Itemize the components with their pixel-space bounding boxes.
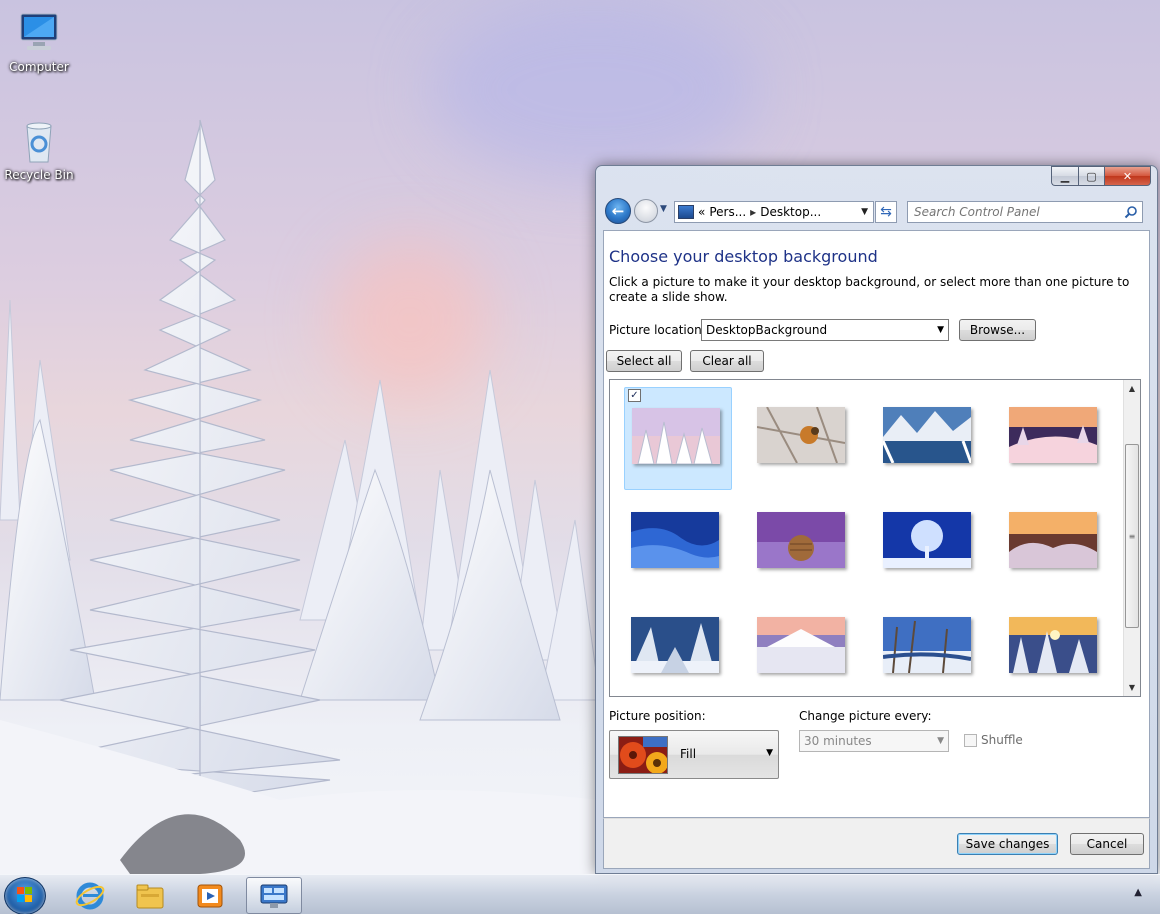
wallpaper-thumbnail-misty-mountain-snowfield[interactable]	[750, 597, 858, 696]
caption-buttons: ▁ ▢ ✕	[1051, 166, 1151, 186]
wallpaper-image	[757, 617, 845, 673]
picture-position-dropdown[interactable]: Fill ▼	[609, 730, 779, 779]
change-picture-value: 30 minutes	[804, 734, 872, 748]
wallpaper-thumbnail-snowy-hill-sunset[interactable]	[1002, 387, 1110, 490]
personalization-window: ▁ ▢ ✕ ← ▼ « Pers... ▸ Desktop... ▼ ⇆ Cho…	[595, 165, 1158, 874]
recent-pages-chevron-icon[interactable]: ▼	[660, 204, 667, 214]
shuffle-label: Shuffle	[981, 733, 1023, 747]
windows-explorer-icon	[136, 884, 164, 908]
wallpaper-image	[1009, 617, 1097, 673]
wallpaper-thumbnail-blue-snow-dunes[interactable]	[624, 492, 732, 595]
minimize-icon[interactable]: ▁	[1051, 166, 1078, 186]
wallpaper-image	[1009, 512, 1097, 568]
refresh-icon[interactable]: ⇆	[875, 201, 897, 223]
change-picture-label: Change picture every:	[799, 709, 932, 723]
wallpaper-thumbnail-icy-shore-sunset[interactable]	[1002, 492, 1110, 595]
windows-logo-icon	[17, 887, 32, 902]
wallpaper-image	[757, 407, 845, 463]
content-pane: Choose your desktop background Click a p…	[603, 230, 1150, 818]
control-panel-taskbar-button[interactable]	[246, 877, 302, 914]
scroll-up-icon[interactable]: ▲	[1124, 380, 1140, 397]
desktop-icon-computer[interactable]: Computer	[1, 10, 77, 74]
breadcrumb-personalization[interactable]: Pers...	[709, 205, 746, 219]
page-title: Choose your desktop background	[609, 247, 878, 266]
picture-position-value: Fill	[680, 747, 697, 761]
wallpaper-image	[631, 512, 719, 568]
wallpaper-image	[631, 617, 719, 673]
wallpaper-image	[883, 512, 971, 568]
media-player-icon	[197, 884, 223, 907]
cancel-button[interactable]: Cancel	[1070, 833, 1144, 855]
desktop-icon-label: Recycle Bin	[4, 168, 74, 182]
search-input[interactable]	[914, 205, 1114, 219]
wallpaper-thumbnail-snowy-trees-pink-sky[interactable]: ✓	[624, 387, 732, 490]
search-icon[interactable]	[1124, 205, 1138, 219]
checkbox-icon	[964, 733, 977, 747]
windows-explorer-button[interactable]	[122, 877, 178, 914]
media-player-button[interactable]	[182, 877, 238, 914]
search-box[interactable]	[907, 201, 1143, 223]
picture-location-dropdown[interactable]: DesktopBackground ▼	[701, 319, 949, 341]
start-button[interactable]	[4, 877, 46, 914]
computer-icon	[15, 10, 63, 58]
control-panel-icon	[678, 205, 694, 219]
gallery-scrollbar[interactable]: ▲ ≡ ▼	[1123, 380, 1140, 696]
chevron-down-icon: ▼	[937, 736, 944, 746]
wallpaper-image	[1009, 407, 1097, 463]
fill-preview-image	[618, 736, 668, 774]
desktop-icon-recycle-bin[interactable]: Recycle Bin	[1, 118, 77, 182]
internet-explorer-button[interactable]	[62, 877, 118, 914]
picture-location-label: Picture location:	[609, 323, 706, 337]
page-description: Click a picture to make it your desktop …	[609, 275, 1130, 304]
picture-location-value: DesktopBackground	[706, 323, 828, 337]
select-all-button[interactable]: Select all	[606, 350, 682, 372]
wallpaper-thumbnail-mountain-lake[interactable]	[876, 387, 984, 490]
taskbar: ▲	[0, 874, 1160, 914]
address-dropdown-icon[interactable]: ▼	[861, 207, 868, 217]
wallpaper-thumbnail-bird-on-frosted-branch[interactable]	[750, 387, 858, 490]
forward-arrow-icon[interactable]	[634, 199, 658, 223]
wallpaper-thumbnail-winter-river-trees[interactable]	[876, 597, 984, 696]
checkbox-checked-icon[interactable]: ✓	[628, 389, 641, 402]
scroll-thumb[interactable]: ≡	[1125, 444, 1139, 628]
picture-position-label: Picture position:	[609, 709, 706, 723]
save-changes-button[interactable]: Save changes	[957, 833, 1058, 855]
wallpaper-image	[757, 512, 845, 568]
wallpaper-thumbnail-hay-bale-purple-sky[interactable]	[750, 492, 858, 595]
breadcrumb-desktop-background[interactable]: Desktop...	[760, 205, 821, 219]
internet-explorer-icon	[75, 882, 105, 909]
close-icon[interactable]: ✕	[1104, 166, 1151, 186]
shuffle-checkbox[interactable]: Shuffle	[964, 733, 1023, 747]
browse-button[interactable]: Browse...	[959, 319, 1036, 341]
breadcrumb-separator-icon[interactable]: ▸	[750, 205, 756, 219]
wallpaper-thumbnail-frosted-tree-blue-night[interactable]	[876, 492, 984, 595]
wallpaper-thumbnail-snowy-forest-sunrise[interactable]	[1002, 597, 1110, 696]
wallpaper-thumbnail-sunlit-frozen-trees[interactable]	[624, 597, 732, 696]
wallpaper-image	[883, 407, 971, 463]
wallpaper-gallery: ✓ ▲ ≡ ▼	[609, 379, 1141, 697]
back-arrow-icon[interactable]: ←	[605, 198, 631, 224]
change-picture-dropdown[interactable]: 30 minutes ▼	[799, 730, 949, 752]
wallpaper-image	[883, 617, 971, 673]
navigation-bar: ← ▼ « Pers... ▸ Desktop... ▼ ⇆	[604, 196, 1149, 226]
chevron-down-icon: ▼	[937, 325, 944, 335]
chevron-down-icon: ▼	[766, 748, 773, 758]
wallpaper-image	[632, 408, 720, 464]
dialog-footer: Save changes Cancel	[603, 818, 1150, 869]
address-bar[interactable]: « Pers... ▸ Desktop... ▼	[674, 201, 874, 223]
control-panel-icon	[260, 884, 288, 908]
breadcrumb-overflow[interactable]: «	[698, 205, 705, 219]
scroll-down-icon[interactable]: ▼	[1124, 679, 1140, 696]
desktop-icon-label: Computer	[9, 60, 69, 74]
show-hidden-icons-icon[interactable]: ▲	[1134, 887, 1142, 898]
clear-all-button[interactable]: Clear all	[690, 350, 764, 372]
maximize-icon[interactable]: ▢	[1078, 166, 1104, 186]
recycle-bin-icon	[15, 118, 63, 166]
